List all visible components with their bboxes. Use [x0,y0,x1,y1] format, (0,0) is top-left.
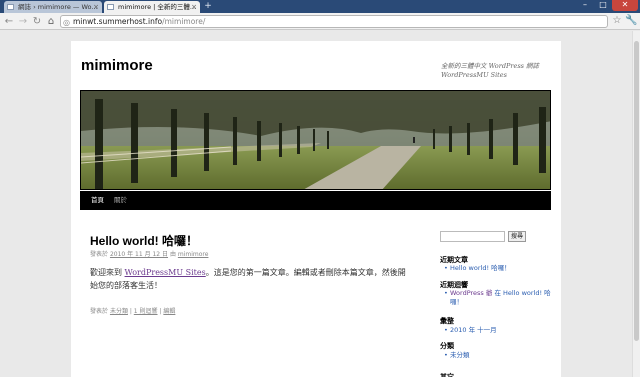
navigation-bar: ← → ↻ ⌂ ◎ minwt.summerhost.info/mimimore… [0,13,640,30]
post-meta: 發表於 2010 年 11 月 12 日 由 mimimore [90,249,208,258]
tab-label: mimimore | 全新的三體... [118,3,197,11]
close-icon[interactable]: × [93,1,99,13]
close-icon[interactable]: × [191,1,197,13]
url-path: /mimimore/ [162,17,206,26]
new-tab-button[interactable]: + [203,2,213,11]
page-icon [107,4,114,10]
tab-bar: 網誌 › mimimore — Wo... × mimimore | 全新的三體… [0,0,640,13]
categories-list: 未分類 [444,351,470,360]
search-input[interactable] [440,231,505,242]
comments-link[interactable]: 1 則迴響 [134,308,158,315]
body-prefix: 歡迎來到 [90,268,125,277]
comment-author-link[interactable]: WordPress 爺 [450,289,492,297]
tab-wordpress-admin[interactable]: 網誌 › mimimore — Wo... × [4,1,102,13]
recent-comment-item: WordPress 爺 在 Hello world! 哈囉！ [444,289,552,306]
close-window-button[interactable]: ✕ [612,0,638,11]
page-viewport: mimimore 全新的三體中文 WordPress 網誌 WordPressM… [0,31,632,377]
star-icon[interactable]: ☆ [611,15,623,27]
search-button[interactable]: 搜尋 [508,231,526,242]
page-wrapper: mimimore 全新的三體中文 WordPress 網誌 WordPressM… [71,41,561,377]
archives-title: 彙整 [440,317,454,325]
post-title[interactable]: Hello world! 哈囉！ [90,232,198,249]
recent-post-link[interactable]: Hello world! 哈囉！ [444,264,511,273]
category-item-link[interactable]: 未分類 [444,351,470,360]
minimize-button[interactable]: – [576,0,594,11]
tab-mimimore[interactable]: mimimore | 全新的三體... × [104,1,200,13]
tree-lined-path-image [81,91,550,189]
main-menu: 首頁 關於 [80,191,551,210]
site-title[interactable]: mimimore [81,57,153,74]
forward-icon[interactable]: → [17,16,29,27]
site-description: 全新的三體中文 WordPress 網誌 WordPressMU Sites [441,62,540,79]
recent-posts-list: Hello world! 哈囉！ [444,264,511,273]
recent-comments-list: WordPress 爺 在 Hello world! 哈囉！ [444,289,552,306]
util-prefix: 發表於 [90,308,109,315]
scrollbar-thumb[interactable] [634,41,639,341]
menu-item-about[interactable]: 關於 [114,191,127,210]
meta-widget-title: 其它 [440,373,454,377]
menu-item-home[interactable]: 首頁 [91,191,104,210]
archives-list: 2010 年 十一月 [444,326,497,335]
archive-link[interactable]: 2010 年 十一月 [444,326,497,335]
post-content: 歡迎來到 WordPressMU Sites。這是您的第一篇文章。編輯或者刪除本… [90,266,410,292]
wrench-icon[interactable]: 🔧 [625,15,637,27]
post-utility: 發表於 未分類 | 1 則迴響 | 編輯 [90,308,176,315]
tab-label: 網誌 › mimimore — Wo... [18,3,98,11]
post-date-link[interactable]: 2010 年 11 月 12 日 [110,251,168,258]
back-icon[interactable]: ← [3,16,15,27]
meta-by: 由 [169,251,176,258]
page-icon [7,4,14,10]
address-bar[interactable]: ◎ minwt.summerhost.info/mimimore/ [60,15,608,28]
maximize-button[interactable]: □ [594,0,612,11]
meta-prefix: 發表於 [90,251,109,258]
url-host: minwt.summerhost.info [73,17,163,26]
vertical-scrollbar[interactable] [632,31,640,377]
categories-title: 分類 [440,342,454,350]
header-image [80,90,551,190]
category-link[interactable]: 未分類 [110,308,128,315]
globe-icon: ◎ [63,18,70,27]
edit-link[interactable]: 編輯 [163,308,175,315]
reload-icon[interactable]: ↻ [31,16,43,27]
author-link[interactable]: mimimore [178,251,209,258]
home-icon[interactable]: ⌂ [45,16,57,27]
wordpressmu-link[interactable]: WordPressMU Sites [125,268,206,277]
